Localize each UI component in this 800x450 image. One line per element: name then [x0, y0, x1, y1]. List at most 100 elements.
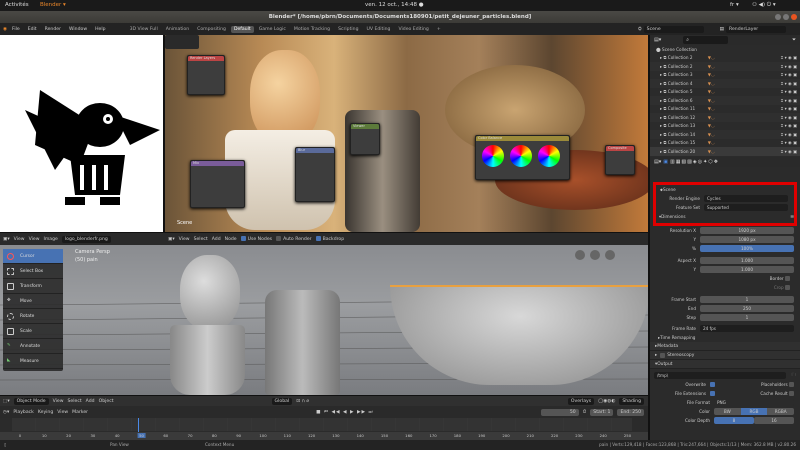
- editor-type-icon[interactable]: ◷▾: [3, 410, 9, 415]
- expand-arrow-icon[interactable]: ▸: [660, 55, 662, 60]
- clock[interactable]: ven. 12 oct., 14:48 ●: [365, 2, 424, 8]
- overlays-button[interactable]: Overlays: [567, 397, 595, 405]
- output-path-input[interactable]: /tmp\: [654, 372, 786, 379]
- shading-menu[interactable]: Shading: [619, 397, 644, 405]
- node-color-balance[interactable]: Color Balance: [475, 135, 570, 180]
- object-menu[interactable]: Object: [99, 399, 114, 404]
- color-depth-16-button[interactable]: 16: [754, 417, 794, 424]
- timeline-track[interactable]: [12, 418, 632, 431]
- expand-arrow-icon[interactable]: ▸: [660, 72, 662, 77]
- menu-help[interactable]: Help: [92, 27, 108, 32]
- outliner-collection-row[interactable]: ▸ ⧉ Collection 12 ▼◡ ⌗ ▾ ◉ ▣: [650, 113, 800, 122]
- menu-edit[interactable]: Edit: [25, 27, 40, 32]
- playback-menu[interactable]: Playback: [13, 410, 34, 415]
- editor-type-icon[interactable]: ▣▾: [168, 237, 175, 242]
- language-menu[interactable]: fr ▾: [730, 2, 739, 8]
- color-depth-8-button[interactable]: 8: [714, 417, 754, 424]
- color-rgba-button[interactable]: RGBA: [767, 408, 795, 415]
- node-editor-sidebar-toggle[interactable]: [165, 35, 199, 49]
- blender-logo-icon[interactable]: ◉: [3, 27, 7, 32]
- tab-game-logic[interactable]: Game Logic: [256, 26, 289, 33]
- resolution-percent-slider[interactable]: 100%: [700, 245, 794, 252]
- keying-menu[interactable]: Keying: [38, 410, 53, 415]
- node-mix[interactable]: Mix: [190, 160, 245, 208]
- backdrop-checkbox[interactable]: Backdrop: [315, 236, 344, 242]
- outliner-collection-row[interactable]: ▸ ⧉ Collection 11 ▼◡ ⌗ ▾ ◉ ▣: [650, 105, 800, 114]
- outliner-collection-row[interactable]: ▸ ⧉ Collection 13 ▼◡ ⌗ ▾ ◉ ▣: [650, 122, 800, 131]
- node-editor-backdrop[interactable]: Render Layers Mix Viewer Blur Color Bala…: [165, 35, 648, 232]
- pan-gizmo[interactable]: [605, 250, 615, 260]
- outliner-search-input[interactable]: ⌕: [683, 36, 729, 44]
- tab-compositing[interactable]: Compositing: [194, 26, 229, 33]
- frame-ruler[interactable]: 0 10 20 30 40 50 60 70 80 90 100 110 120 130 140 150 160…: [0, 432, 648, 440]
- visibility-toggle-icons[interactable]: ⌗ ▾ ◉ ▣: [781, 149, 797, 154]
- visibility-toggle-icons[interactable]: ⌗ ▾ ◉ ▣: [781, 132, 797, 137]
- menu-render[interactable]: Render: [42, 27, 64, 32]
- app-menu[interactable]: Blender ▾: [40, 2, 66, 8]
- marker-menu[interactable]: Marker: [72, 410, 88, 415]
- playback-controls[interactable]: ■ ⏮ ◀◀ ◀ ▶ ▶▶ ⏭: [316, 409, 374, 415]
- expand-arrow-icon[interactable]: ▸: [660, 98, 662, 103]
- tool-transform[interactable]: Transform: [3, 279, 63, 294]
- scene-collection-row[interactable]: ⬤ Scene Collection: [650, 45, 800, 54]
- tab-video-editing[interactable]: Video Editing: [395, 26, 431, 33]
- orientation-selector[interactable]: Global: [271, 397, 293, 405]
- minimize-button[interactable]: [775, 14, 781, 20]
- visibility-toggle-icons[interactable]: ⌗ ▾ ◉ ▣: [781, 98, 797, 103]
- expand-arrow-icon[interactable]: ▸: [660, 64, 662, 69]
- tool-measure[interactable]: ◣ Measure: [3, 354, 63, 369]
- stereoscopy-section[interactable]: ▸ Stereoscopy: [650, 351, 800, 360]
- select-menu[interactable]: Select: [194, 237, 208, 242]
- feature-set-dropdown[interactable]: Supported: [704, 204, 788, 211]
- node-render-layers[interactable]: Render Layers: [187, 55, 225, 95]
- 3d-viewport[interactable]: Camera Persp (50) pain: [0, 245, 648, 395]
- system-status-icons[interactable]: ⚇ ◀) ⏻ ▾: [752, 2, 776, 9]
- render-engine-dropdown[interactable]: Cycles: [704, 195, 788, 202]
- timeline[interactable]: ◷▾ Playback Keying View Marker ■ ⏮ ◀◀ ◀ …: [0, 406, 648, 440]
- auto-render-checkbox[interactable]: Auto Render: [276, 236, 312, 242]
- stopwatch-icon[interactable]: ⏱: [583, 409, 587, 415]
- editor-type-icon[interactable]: ⬚▾: [3, 399, 10, 404]
- tool-cursor[interactable]: Cursor: [3, 249, 63, 264]
- aspect-y-field[interactable]: 1.000: [700, 266, 794, 273]
- visibility-toggle-icons[interactable]: ⌗ ▾ ◉ ▣: [781, 72, 797, 77]
- scene-selector[interactable]: Scene: [643, 25, 704, 33]
- time-remapping-section[interactable]: ▸ Time Remapping: [650, 333, 800, 342]
- add-workspace-button[interactable]: +: [434, 26, 444, 33]
- menu-window[interactable]: Window: [66, 27, 90, 32]
- color-rgb-button[interactable]: RGB: [740, 408, 768, 415]
- filter-icon[interactable]: ⏷: [792, 37, 796, 43]
- outliner-collection-row[interactable]: ▸ ⧉ Collection 6 ▼◡ ⌗ ▾ ◉ ▣: [650, 96, 800, 105]
- frame-end-field[interactable]: 250: [700, 305, 794, 312]
- close-button[interactable]: [791, 14, 797, 20]
- tab-scripting[interactable]: Scripting: [335, 26, 361, 33]
- view-menu[interactable]: View: [179, 237, 190, 242]
- image-menu[interactable]: Image: [43, 237, 57, 242]
- menu-file[interactable]: File: [9, 27, 23, 32]
- outliner-collection-row[interactable]: ▸ ⧉ Collection 4 ▼◡ ⌗ ▾ ◉ ▣: [650, 79, 800, 88]
- outliner-collection-row[interactable]: ▸ ⧉ Collection 14 ▼◡ ⌗ ▾ ◉ ▣: [650, 130, 800, 139]
- tab-default[interactable]: Default: [230, 25, 254, 33]
- node-viewer[interactable]: Viewer: [350, 123, 380, 155]
- overwrite-checkbox[interactable]: [710, 382, 715, 387]
- visibility-toggle-icons[interactable]: ⌗ ▾ ◉ ▣: [781, 140, 797, 145]
- visibility-toggle-icons[interactable]: ⌗ ▾ ◉ ▣: [781, 81, 797, 86]
- end-frame-field[interactable]: End: 250: [617, 408, 644, 416]
- gamma-color-wheel[interactable]: [510, 145, 532, 167]
- view-menu-2[interactable]: View: [29, 237, 40, 242]
- expand-arrow-icon[interactable]: ▸: [660, 123, 662, 128]
- camera-view-gizmo[interactable]: [575, 250, 585, 260]
- visibility-toggle-icons[interactable]: ⌗ ▾ ◉ ▣: [781, 89, 797, 94]
- tool-rotate[interactable]: Rotate: [3, 309, 63, 324]
- maximize-button[interactable]: [783, 14, 789, 20]
- expand-arrow-icon[interactable]: ▸: [660, 149, 662, 154]
- tab-uv-editing[interactable]: UV Editing: [364, 26, 394, 33]
- visibility-toggle-icons[interactable]: ⌗ ▾ ◉ ▣: [781, 115, 797, 120]
- visibility-toggle-icons[interactable]: ⌗ ▾ ◉ ▣: [781, 106, 797, 111]
- placeholders-checkbox[interactable]: [789, 382, 794, 387]
- file-extensions-checkbox[interactable]: [710, 391, 715, 396]
- folder-icon[interactable]: 🗀: [792, 372, 796, 379]
- expand-arrow-icon[interactable]: ▸: [660, 132, 662, 137]
- outliner-collection-row[interactable]: ▸ ⧉ Collection 15 ▼◡ ⌗ ▾ ◉ ▣: [650, 139, 800, 148]
- image-editor[interactable]: [0, 35, 165, 232]
